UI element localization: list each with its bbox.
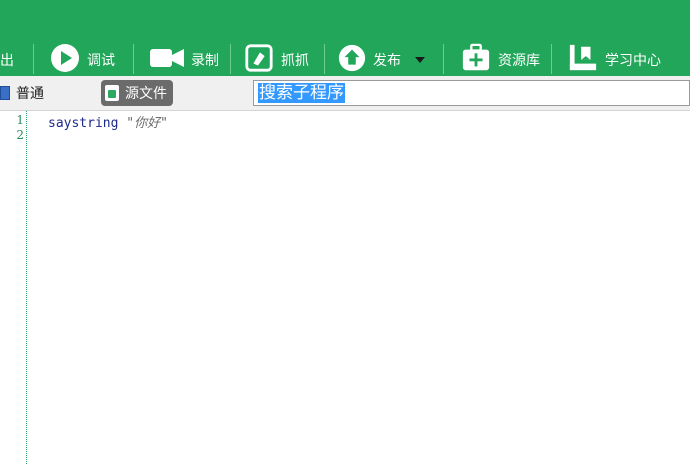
search-subroutine-input[interactable]: 搜索子程序 xyxy=(253,80,690,106)
grab-icon xyxy=(243,43,275,77)
learning-center-label: 学习中心 xyxy=(605,53,661,69)
line-number: 2 xyxy=(16,128,24,142)
publish-label: 发布 xyxy=(373,53,401,69)
record-button[interactable]: 录制 xyxy=(149,43,219,77)
tab-normal-label: 普通 xyxy=(16,86,44,102)
tab-normal[interactable]: 普通 xyxy=(0,80,44,106)
search-input-text: 搜索子程序 xyxy=(258,83,345,103)
debug-label: 调试 xyxy=(87,53,115,69)
code-line[interactable]: saystring "你好" xyxy=(48,112,168,131)
toolbar-divider xyxy=(33,44,34,74)
code-string-argument: "你好" xyxy=(126,116,168,131)
learning-center-button[interactable]: 学习中心 xyxy=(567,43,661,77)
tab-source[interactable]: 源文件 xyxy=(101,80,173,106)
normal-view-icon xyxy=(0,86,10,100)
record-label: 录制 xyxy=(191,53,219,69)
toolbar-divider xyxy=(551,44,552,74)
source-file-icon xyxy=(105,85,119,101)
debug-button[interactable]: 调试 xyxy=(49,43,115,77)
learning-flag-icon xyxy=(567,43,599,77)
resource-library-label: 资源库 xyxy=(498,53,540,69)
line-number: 1 xyxy=(16,113,24,127)
publish-button[interactable]: 发布 xyxy=(337,43,425,77)
resource-box-icon xyxy=(460,43,492,77)
gutter-divider xyxy=(26,111,27,464)
main-toolbar: 出 调试 录制 抓抓 发布 资源库 学习中心 xyxy=(0,0,690,76)
export-button[interactable]: 出 xyxy=(0,43,14,77)
code-keyword: saystring xyxy=(48,116,119,131)
grab-button[interactable]: 抓抓 xyxy=(243,43,309,77)
code-editor[interactable]: 1 2 saystring "你好" xyxy=(0,111,690,464)
caret-down-icon[interactable] xyxy=(415,57,425,63)
tab-source-label: 源文件 xyxy=(125,86,167,102)
publish-icon xyxy=(337,43,367,77)
toolbar-divider xyxy=(133,44,134,74)
grab-label: 抓抓 xyxy=(281,53,309,69)
toolbar-divider xyxy=(443,44,444,74)
toolbar-divider xyxy=(230,44,231,74)
export-label: 出 xyxy=(0,53,14,69)
video-camera-icon xyxy=(149,45,185,75)
line-number-gutter: 1 2 xyxy=(0,111,26,464)
play-icon xyxy=(49,42,81,78)
resource-library-button[interactable]: 资源库 xyxy=(460,43,540,77)
toolbar-divider xyxy=(324,44,325,74)
